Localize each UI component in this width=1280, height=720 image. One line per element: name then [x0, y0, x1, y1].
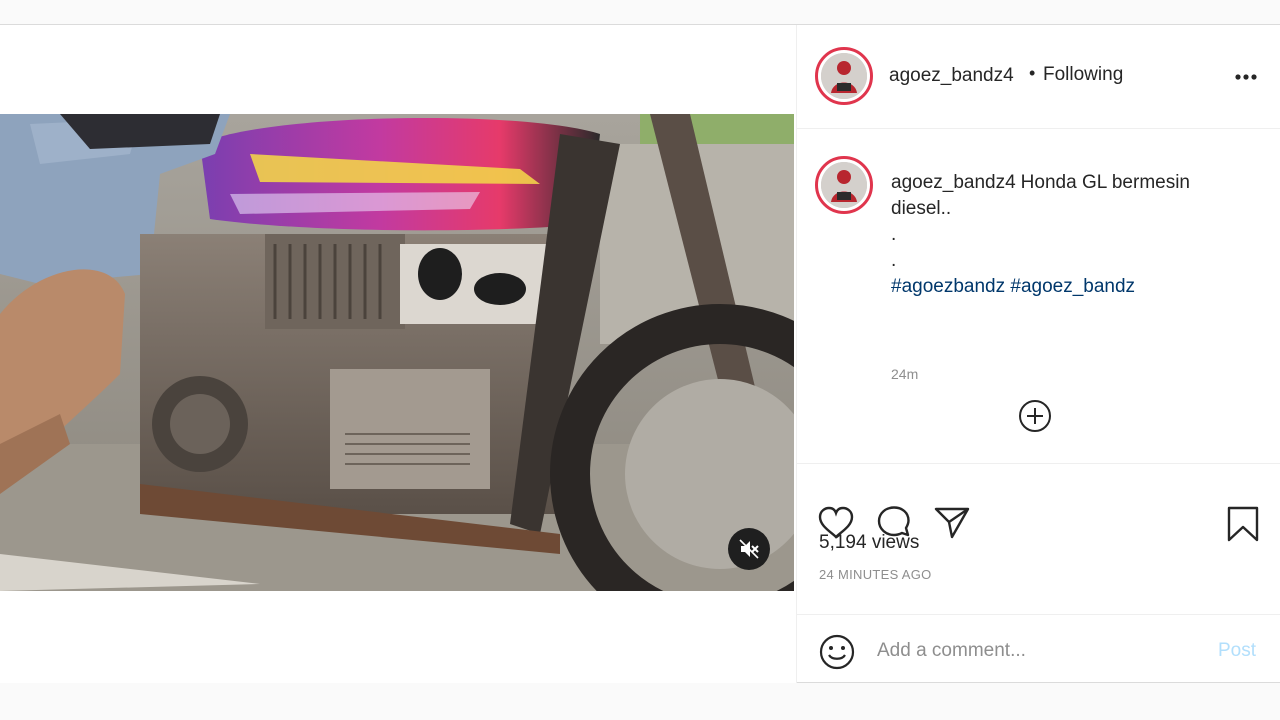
post-dialog: agoez_bandz4 • Following agoez_bandz4 Ho…: [0, 25, 1280, 683]
comment-input[interactable]: [877, 633, 1197, 669]
user-avatar-icon: [821, 53, 867, 99]
post-comment-button[interactable]: Post: [1218, 640, 1256, 662]
user-avatar-icon: [821, 162, 867, 208]
plus-circle-icon: [1019, 400, 1051, 432]
view-count[interactable]: 5,194 views: [819, 532, 919, 554]
post-sidebar: agoez_bandz4 • Following agoez_bandz4 Ho…: [796, 25, 1280, 683]
video-frame-motorcycle: [0, 114, 794, 591]
separator-dot: •: [1029, 63, 1036, 83]
hashtag-link[interactable]: #agoez_bandz: [1010, 276, 1135, 297]
avatar[interactable]: [815, 47, 873, 105]
comment-composer: Post: [797, 615, 1280, 683]
mute-button[interactable]: [728, 528, 770, 570]
caption-avatar[interactable]: [815, 156, 873, 214]
share-button[interactable]: [933, 505, 971, 546]
video-player[interactable]: [0, 114, 794, 591]
caption-dot: .: [891, 224, 897, 245]
post-timestamp[interactable]: 24 MINUTES AGO: [819, 567, 932, 582]
following-button[interactable]: Following: [1043, 64, 1123, 86]
load-more-comments-button[interactable]: [1017, 398, 1053, 434]
bookmark-icon: [1227, 506, 1259, 542]
header-username[interactable]: agoez_bandz4: [889, 65, 1014, 87]
caption: agoez_bandz4 Honda GL bermesin diesel.. .…: [891, 170, 1251, 300]
comments-section: agoez_bandz4 Honda GL bermesin diesel.. .…: [797, 130, 1280, 464]
action-bar: 5,194 views 24 MINUTES AGO: [797, 465, 1280, 615]
save-button[interactable]: [1225, 505, 1261, 548]
hashtag-link[interactable]: #agoezbandz: [891, 276, 1005, 297]
more-options-button[interactable]: [1231, 63, 1261, 91]
post-header: agoez_bandz4 • Following: [797, 25, 1280, 129]
more-horizontal-icon: [1235, 74, 1257, 80]
speaker-muted-icon: [739, 539, 759, 559]
smiley-icon: [819, 634, 855, 670]
caption-username[interactable]: agoez_bandz4: [891, 172, 1016, 193]
caption-dot: .: [891, 250, 897, 271]
post-media: [0, 25, 796, 683]
paper-plane-icon: [934, 507, 970, 539]
emoji-button[interactable]: [817, 633, 857, 671]
caption-time[interactable]: 24m: [891, 366, 918, 382]
